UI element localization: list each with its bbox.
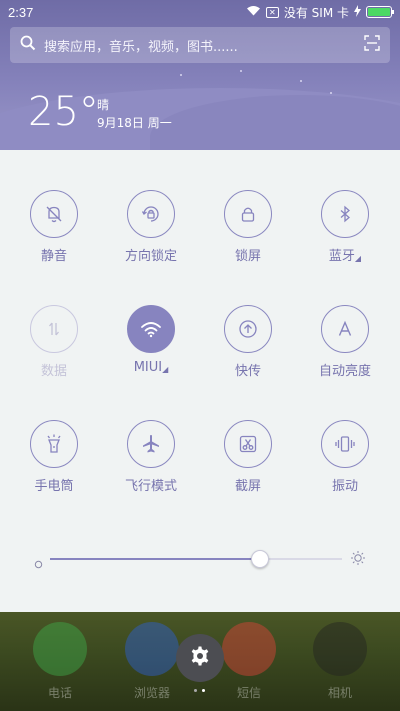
toggle-label: 蓝牙◢ xyxy=(328,249,362,264)
toggle-rotation-lock[interactable]: 方向锁定 xyxy=(106,190,196,264)
toggle-mobile-data[interactable]: 数据 xyxy=(9,305,99,379)
carrier-label: 没有 SIM 卡 xyxy=(283,5,349,20)
wifi-icon xyxy=(127,305,175,353)
toggle-bluetooth[interactable]: 蓝牙◢ xyxy=(300,190,390,264)
status-icons: ✕ 没有 SIM 卡 xyxy=(246,4,394,21)
brightness-fill xyxy=(50,558,261,560)
search-icon xyxy=(20,35,36,55)
battery-icon xyxy=(366,6,394,18)
toggle-label: 飞行模式 xyxy=(124,479,177,494)
toggle-flashlight[interactable]: 手电筒 xyxy=(9,420,99,494)
toggle-label: 自动亮度 xyxy=(318,364,371,379)
brightness-high-icon xyxy=(350,550,366,570)
brightness-thumb[interactable] xyxy=(251,550,270,568)
toggle-airplane-mode[interactable]: 飞行模式 xyxy=(106,420,196,494)
page-indicator xyxy=(194,689,205,692)
app-label: 相机 xyxy=(327,686,352,700)
toggle-mute[interactable]: 静音 xyxy=(9,190,99,264)
star-decoration xyxy=(330,92,332,94)
star-decoration xyxy=(300,80,302,82)
search-bar[interactable]: 搜索应用，音乐，视频，图书...... xyxy=(10,27,390,63)
scan-icon[interactable] xyxy=(364,35,380,55)
status-bar: 2:37 ✕ 没有 SIM 卡 xyxy=(0,0,400,24)
weather-date: 9月18日 周一 xyxy=(97,116,172,130)
auto-brightness-icon xyxy=(321,305,369,353)
toggle-label: MIUI◢ xyxy=(133,360,169,375)
toggle-label: 静音 xyxy=(40,249,67,264)
bluetooth-icon xyxy=(321,190,369,238)
toggle-label: 截屏 xyxy=(234,479,261,494)
phone-app-icon xyxy=(33,622,87,676)
toggle-label: 快传 xyxy=(234,364,261,379)
toggle-quick-transfer[interactable]: 快传 xyxy=(203,305,293,379)
star-decoration xyxy=(180,74,182,76)
quick-settings-panel: 静音 方向锁定 锁屏 蓝牙◢ 数据 MIUI◢ 快传 自动亮度 手电筒 飞行模式… xyxy=(0,150,400,612)
toggle-label: 数据 xyxy=(40,364,67,379)
toggle-label: 方向锁定 xyxy=(124,249,177,264)
brightness-track[interactable] xyxy=(50,550,342,568)
settings-button[interactable] xyxy=(176,634,224,682)
toggle-label: 锁屏 xyxy=(234,249,261,264)
charging-icon xyxy=(354,4,361,20)
messages-app-icon xyxy=(222,622,276,676)
airplane-icon xyxy=(127,420,175,468)
sim-x-icon: ✕ xyxy=(265,6,279,18)
gear-icon xyxy=(189,645,211,671)
expand-triangle-icon: ◢ xyxy=(162,365,169,374)
toggle-wifi[interactable]: MIUI◢ xyxy=(106,305,196,375)
rotation-lock-icon xyxy=(127,190,175,238)
toggle-vibrate[interactable]: 振动 xyxy=(300,420,390,494)
page-dot-active xyxy=(202,689,205,692)
status-time: 2:37 xyxy=(8,4,34,20)
star-decoration xyxy=(240,70,242,72)
toggle-auto-brightness[interactable]: 自动亮度 xyxy=(300,305,390,379)
lock-icon xyxy=(224,190,272,238)
search-placeholder: 搜索应用，音乐，视频，图书...... xyxy=(44,39,238,55)
bell-mute-icon xyxy=(30,190,78,238)
flashlight-icon xyxy=(30,420,78,468)
toggle-label: 振动 xyxy=(331,479,358,494)
toggle-lock-screen[interactable]: 锁屏 xyxy=(203,190,293,264)
battery-fill xyxy=(368,8,390,16)
mobile-data-icon xyxy=(30,305,78,353)
brightness-slider[interactable] xyxy=(34,547,366,571)
brightness-low-icon xyxy=(34,554,43,573)
app-label: 电话 xyxy=(47,686,72,700)
browser-app-icon xyxy=(125,622,179,676)
weather-condition: 晴 xyxy=(97,98,110,112)
weather-temperature[interactable]: 25° xyxy=(28,88,99,136)
wifi-icon xyxy=(246,5,261,19)
toggle-screenshot[interactable]: 截屏 xyxy=(203,420,293,494)
page-dot xyxy=(194,689,197,692)
toggle-label: 手电筒 xyxy=(34,479,74,494)
quick-transfer-icon xyxy=(224,305,272,353)
vibrate-icon xyxy=(321,420,369,468)
app-label: 浏览器 xyxy=(133,686,170,700)
camera-app-icon xyxy=(313,622,367,676)
screenshot-icon xyxy=(224,420,272,468)
app-label: 短信 xyxy=(236,686,261,700)
expand-triangle-icon: ◢ xyxy=(354,254,362,263)
